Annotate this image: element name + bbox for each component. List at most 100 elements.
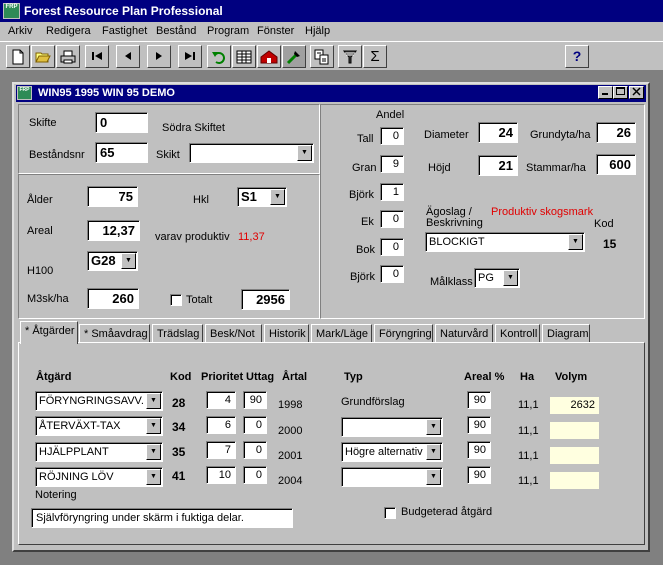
prioritet-input[interactable]: 10 [206, 466, 236, 484]
typ-select[interactable]: Högre alternativ ▼ [341, 442, 443, 462]
chevron-down-icon[interactable]: ▼ [146, 393, 161, 409]
tab-besk-not[interactable]: Besk/Not [205, 324, 262, 343]
typ-select[interactable]: ▼ [341, 467, 443, 487]
prev-record-icon[interactable] [116, 45, 140, 68]
beskrivning-value: BLOCKIGT [429, 236, 485, 248]
chevron-down-icon[interactable]: ▼ [146, 418, 161, 434]
uttag-input[interactable]: 90 [243, 391, 267, 409]
prioritet-input[interactable]: 7 [206, 441, 236, 459]
chevron-down-icon[interactable]: ▼ [297, 145, 312, 161]
chevron-down-icon[interactable]: ▼ [568, 234, 583, 250]
atgard-select[interactable]: FÖRYNGRINGSAVV. ▼ [35, 391, 163, 411]
h100-select[interactable]: G28 ▼ [87, 251, 138, 271]
maximize-icon[interactable] [613, 86, 628, 99]
notering-input[interactable]: Självföryngring under skärm i fuktiga de… [31, 508, 293, 528]
skifte-input[interactable]: 0 [95, 112, 148, 133]
totalt-checkbox[interactable] [170, 294, 182, 306]
species-share-input[interactable]: 0 [380, 127, 404, 145]
tab-historik[interactable]: Historik [264, 324, 309, 343]
grundyta-input[interactable]: 26 [596, 122, 636, 143]
chevron-down-icon[interactable]: ▼ [146, 469, 161, 485]
tool-icon[interactable] [282, 45, 306, 68]
uttag-input[interactable]: 0 [243, 416, 267, 434]
chevron-down-icon[interactable]: ▼ [426, 469, 441, 485]
alder-input[interactable]: 75 [87, 186, 138, 207]
typ-select[interactable]: ▼ [341, 417, 443, 437]
close-icon[interactable] [629, 86, 644, 99]
new-icon[interactable] [6, 45, 30, 68]
tab-atgarder[interactable]: * Åtgärder [20, 321, 78, 344]
tab-foryngring[interactable]: Föryngring [374, 324, 433, 343]
areal-input[interactable]: 90 [467, 416, 491, 434]
prioritet-input[interactable]: 6 [206, 416, 236, 434]
stammar-input[interactable]: 600 [596, 154, 636, 175]
beskrivning-select[interactable]: BLOCKIGT ▼ [425, 232, 585, 252]
last-record-icon[interactable] [178, 45, 202, 68]
chevron-down-icon[interactable]: ▼ [270, 189, 285, 205]
first-record-icon[interactable] [85, 45, 109, 68]
diameter-label: Diameter [424, 129, 469, 141]
atgard-value: ÅTERVÄXT-TAX [39, 420, 121, 432]
species-share-input[interactable]: 0 [380, 210, 404, 228]
budgeterad-checkbox[interactable] [384, 507, 396, 519]
hojd-input[interactable]: 21 [478, 155, 518, 176]
house-icon[interactable] [257, 45, 281, 68]
row-ha: 11,1 [518, 399, 539, 411]
sum-icon[interactable]: Σ [363, 45, 387, 68]
species-share-input[interactable]: 1 [380, 183, 404, 201]
skikt-select[interactable]: ▼ [189, 143, 314, 163]
table-icon[interactable] [232, 45, 256, 68]
help-icon[interactable]: ? [565, 45, 589, 68]
tab-kontroll[interactable]: Kontroll [495, 324, 540, 343]
menu-program[interactable]: Program [207, 25, 249, 37]
chevron-down-icon[interactable]: ▼ [503, 270, 518, 286]
chevron-down-icon[interactable]: ▼ [426, 419, 441, 435]
species-name: Tall [357, 133, 374, 145]
open-icon[interactable] [31, 45, 55, 68]
menu-fonster[interactable]: Fönster [257, 25, 294, 37]
species-share-input[interactable]: 9 [380, 155, 404, 173]
export-icon[interactable] [310, 45, 334, 68]
volym-field [550, 447, 599, 464]
chevron-down-icon[interactable]: ▼ [121, 253, 136, 269]
beskrivning-label: Beskrivning [426, 217, 483, 229]
menu-arkiv[interactable]: Arkiv [8, 25, 32, 37]
uttag-input[interactable]: 0 [243, 441, 267, 459]
areal-input[interactable]: 12,37 [87, 220, 140, 241]
print-icon[interactable] [56, 45, 80, 68]
tab-naturvard[interactable]: Naturvård [435, 324, 493, 343]
areal-input[interactable]: 90 [467, 441, 491, 459]
header-typ: Typ [344, 371, 363, 383]
areal-input[interactable]: 90 [467, 391, 491, 409]
areal-input[interactable]: 90 [467, 466, 491, 484]
andel-label: Andel [376, 109, 405, 121]
prioritet-input[interactable]: 4 [206, 391, 236, 409]
totalt-input[interactable]: 2956 [241, 289, 290, 310]
species-share-input[interactable]: 0 [380, 238, 404, 256]
menu-hjalp[interactable]: Hjälp [305, 25, 330, 37]
atgard-select[interactable]: HJÄLPPLANT ▼ [35, 442, 163, 462]
malklass-select[interactable]: PG ▼ [474, 268, 520, 288]
menu-bestand[interactable]: Bestånd [156, 25, 196, 37]
chevron-down-icon[interactable]: ▼ [426, 444, 441, 460]
m3sk-input[interactable]: 260 [87, 288, 139, 309]
minimize-icon[interactable] [598, 86, 613, 99]
menu-fastighet[interactable]: Fastighet [102, 25, 147, 37]
next-record-icon[interactable] [147, 45, 171, 68]
hkl-select[interactable]: S1 ▼ [237, 187, 287, 207]
diameter-input[interactable]: 24 [478, 122, 518, 143]
species-share-input[interactable]: 0 [380, 265, 404, 283]
atgard-select[interactable]: ÅTERVÄXT-TAX ▼ [35, 416, 163, 436]
atgard-select[interactable]: RÖJNING LÖV ▼ [35, 467, 163, 487]
tab-smaavdrag[interactable]: * Småavdrag [79, 324, 150, 343]
chevron-down-icon[interactable]: ▼ [146, 444, 161, 460]
tab-mark-lage[interactable]: Mark/Läge [311, 324, 372, 343]
uttag-input[interactable]: 0 [243, 466, 267, 484]
header-volym: Volym [555, 371, 588, 383]
undo-icon[interactable] [207, 45, 231, 68]
filter-icon[interactable] [338, 45, 362, 68]
tab-tradslag[interactable]: Trädslag [152, 324, 203, 343]
menu-redigera[interactable]: Redigera [46, 25, 91, 37]
tab-diagram[interactable]: Diagram [542, 324, 590, 343]
bestandsnr-input[interactable]: 65 [95, 142, 148, 163]
